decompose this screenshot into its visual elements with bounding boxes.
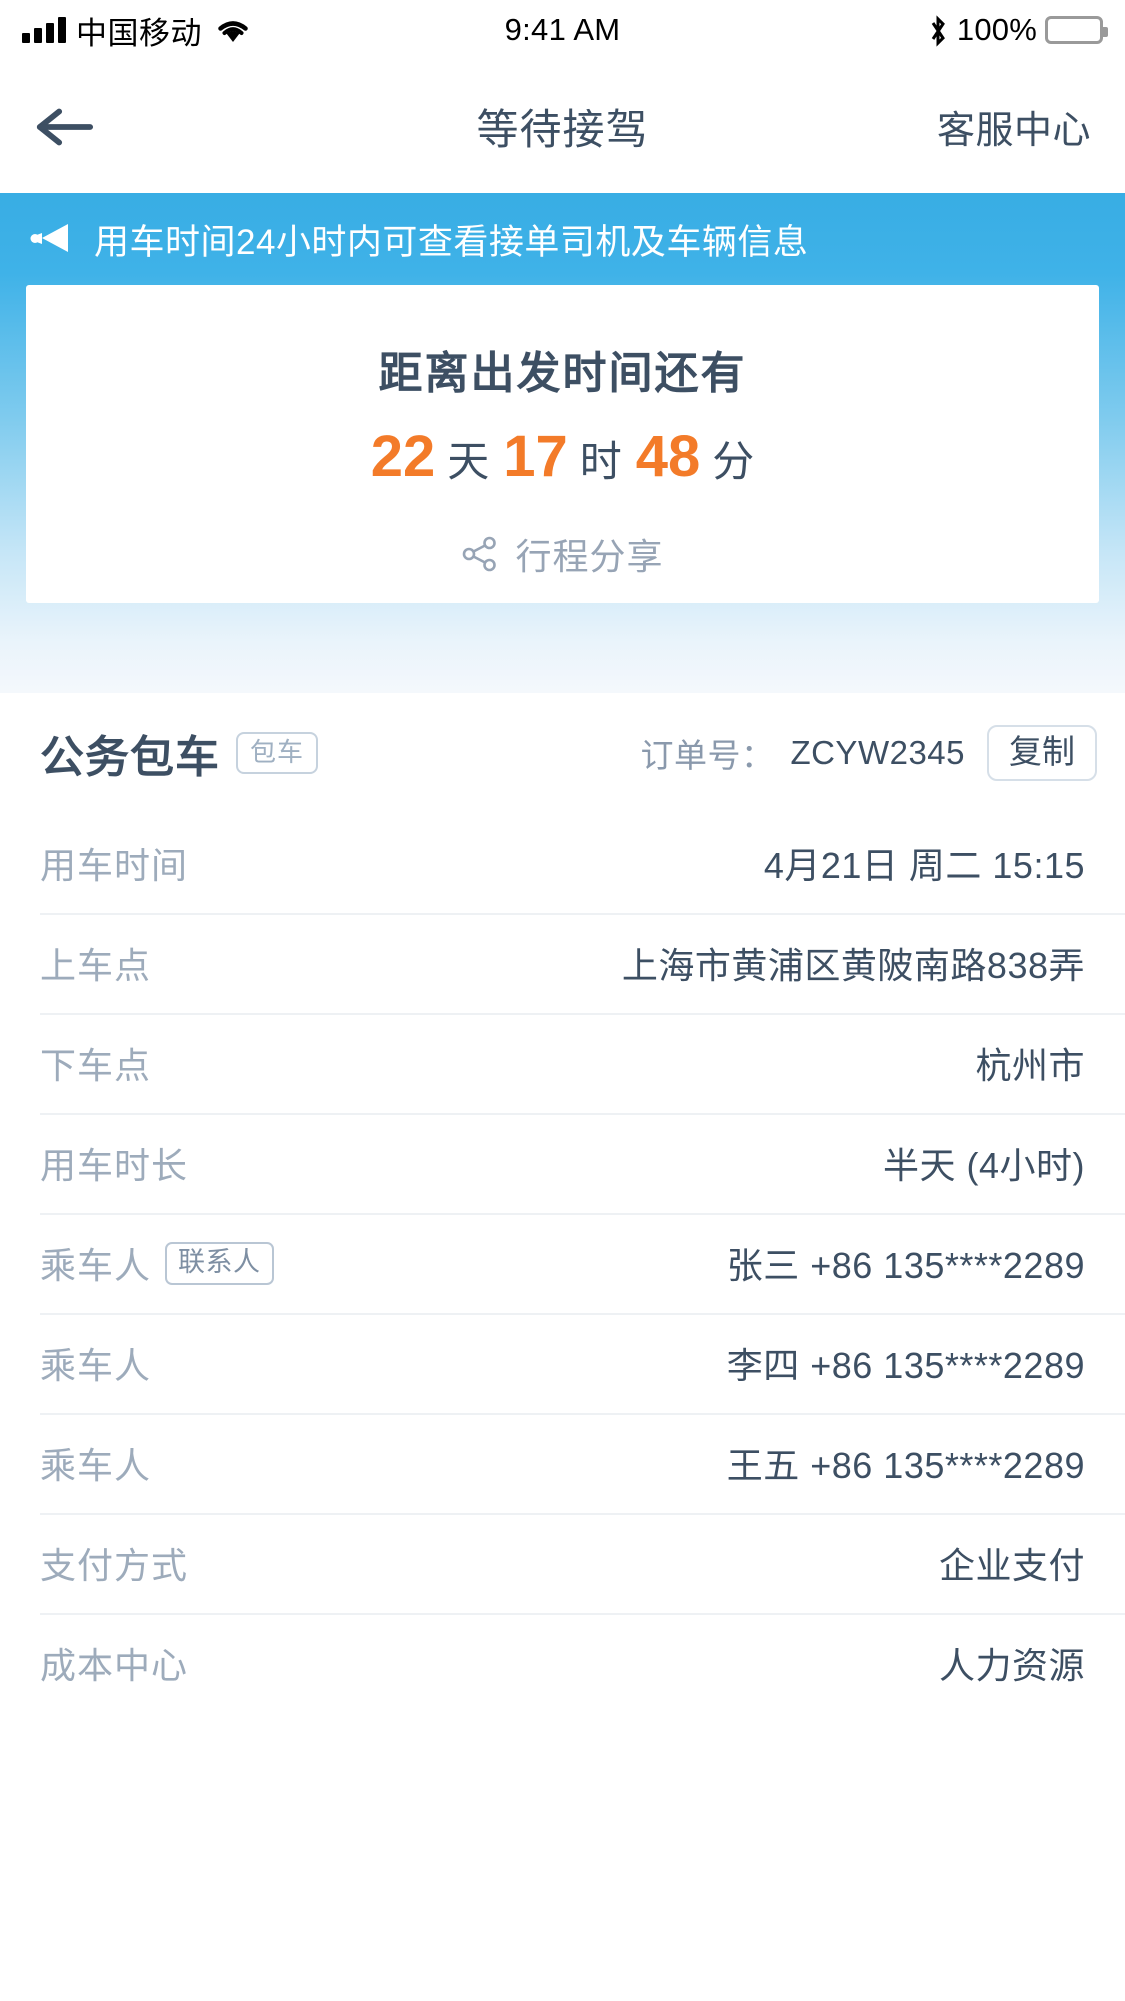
countdown-days-unit: 天 bbox=[447, 438, 490, 485]
order-type-badge: 包车 bbox=[236, 732, 319, 774]
detail-row-label-text: 成本中心 bbox=[40, 1645, 189, 1686]
detail-row: 乘车人 王五 +86 135****2289 bbox=[0, 1413, 1125, 1513]
detail-row-label: 乘车人 联系人 bbox=[40, 1237, 274, 1289]
detail-row-label-text: 乘车人 bbox=[40, 1445, 152, 1486]
countdown-label: 距离出发时间还有 bbox=[378, 349, 747, 398]
detail-row-label: 下车点 bbox=[40, 1037, 151, 1089]
detail-row-value: 李四 +86 135****2289 bbox=[726, 1345, 1085, 1386]
status-time: 9:41 AM bbox=[504, 12, 621, 47]
detail-row-value: 人力资源 bbox=[938, 1645, 1085, 1686]
detail-row: 下车点 杭州市 bbox=[0, 1013, 1125, 1113]
detail-row-value: 王五 +86 135****2289 bbox=[726, 1445, 1085, 1486]
detail-row: 乘车人 联系人 张三 +86 135****2289 bbox=[0, 1213, 1125, 1313]
share-icon bbox=[461, 535, 499, 573]
notice-banner-text: 用车时间24小时内可查看接单司机及车辆信息 bbox=[94, 222, 809, 262]
countdown-minutes-value: 48 bbox=[635, 424, 701, 489]
detail-row-value: 4月21日 周二 15:15 bbox=[763, 845, 1085, 886]
detail-row-value: 杭州市 bbox=[975, 1045, 1085, 1086]
detail-row-badge: 联系人 bbox=[165, 1241, 274, 1285]
detail-row: 乘车人 李四 +86 135****2289 bbox=[0, 1313, 1125, 1413]
order-number-value: ZCYW2345 bbox=[790, 734, 965, 771]
detail-row-label: 用车时长 bbox=[40, 1137, 188, 1189]
detail-row-label-text: 支付方式 bbox=[40, 1545, 189, 1586]
detail-row-label-text: 用车时间 bbox=[40, 845, 189, 886]
countdown-hours-unit: 时 bbox=[579, 438, 622, 485]
detail-row-label-text: 乘车人 bbox=[40, 1245, 152, 1286]
detail-row-label: 乘车人 bbox=[40, 1337, 151, 1389]
order-type-label: 公务包车 bbox=[40, 733, 220, 782]
detail-row-label-text: 上车点 bbox=[40, 945, 152, 986]
detail-row-label: 用车时间 bbox=[40, 837, 188, 889]
order-header: 公务包车 包车 订单号： ZCYW2345 复制 bbox=[0, 693, 1125, 813]
detail-row-label: 乘车人 bbox=[40, 1437, 151, 1489]
detail-row: 成本中心 人力资源 bbox=[0, 1613, 1125, 1713]
detail-row-value: 张三 +86 135****2289 bbox=[726, 1245, 1085, 1286]
detail-row-label: 上车点 bbox=[40, 937, 151, 989]
countdown-days-value: 22 bbox=[370, 424, 436, 489]
detail-row: 用车时长 半天 (4小时) bbox=[0, 1113, 1125, 1213]
nav-bar: 等待接驾 客服中心 bbox=[0, 60, 1125, 193]
detail-row-label-text: 下车点 bbox=[40, 1045, 152, 1086]
detail-row: 支付方式 企业支付 bbox=[0, 1513, 1125, 1613]
detail-row: 上车点 上海市黄浦区黄陂南路838弄 bbox=[0, 913, 1125, 1013]
copy-order-number-button[interactable]: 复制 bbox=[987, 725, 1097, 781]
order-number-label: 订单号： bbox=[640, 737, 775, 774]
countdown-card: 距离出发时间还有 22 天 17 时 48 分 行程分享 bbox=[26, 285, 1099, 603]
countdown-minutes-unit: 分 bbox=[712, 438, 755, 485]
countdown-hours-value: 17 bbox=[503, 424, 568, 489]
notice-banner: 用车时间24小时内可查看接单司机及车辆信息 bbox=[0, 193, 1125, 285]
detail-row-value: 半天 (4小时) bbox=[882, 1145, 1085, 1186]
share-trip-label: 行程分享 bbox=[515, 536, 664, 577]
countdown-timer: 22 天 17 时 48 分 bbox=[371, 423, 755, 490]
detail-row: 用车时间 4月21日 周二 15:15 bbox=[0, 813, 1125, 913]
megaphone-icon bbox=[28, 219, 72, 259]
detail-row-label: 成本中心 bbox=[40, 1637, 188, 1689]
share-trip-button[interactable]: 行程分享 bbox=[461, 528, 663, 580]
hero-section: 用车时间24小时内可查看接单司机及车辆信息 距离出发时间还有 22 天 17 时… bbox=[0, 193, 1125, 693]
detail-row-label-text: 用车时长 bbox=[40, 1145, 189, 1186]
detail-row-label: 支付方式 bbox=[40, 1537, 188, 1589]
order-detail-list: 用车时间 4月21日 周二 15:15 上车点 上海市黄浦区黄陂南路838弄下车点 杭州… bbox=[0, 813, 1125, 1713]
status-bar: 中国移动 9:41 AM 100% bbox=[0, 0, 1125, 60]
app-screen: 中国移动 9:41 AM 100% 等待接驾 客服中心 用车时间24小时内可查看… bbox=[0, 0, 1125, 2001]
detail-row-label-text: 乘车人 bbox=[40, 1345, 152, 1386]
battery-icon bbox=[1045, 16, 1108, 44]
detail-row-value: 企业支付 bbox=[938, 1545, 1085, 1586]
customer-service-button[interactable]: 客服中心 bbox=[937, 99, 1091, 154]
detail-row-value: 上海市黄浦区黄陂南路838弄 bbox=[621, 945, 1085, 986]
order-number-group: 订单号： ZCYW2345 复制 bbox=[640, 725, 1097, 781]
